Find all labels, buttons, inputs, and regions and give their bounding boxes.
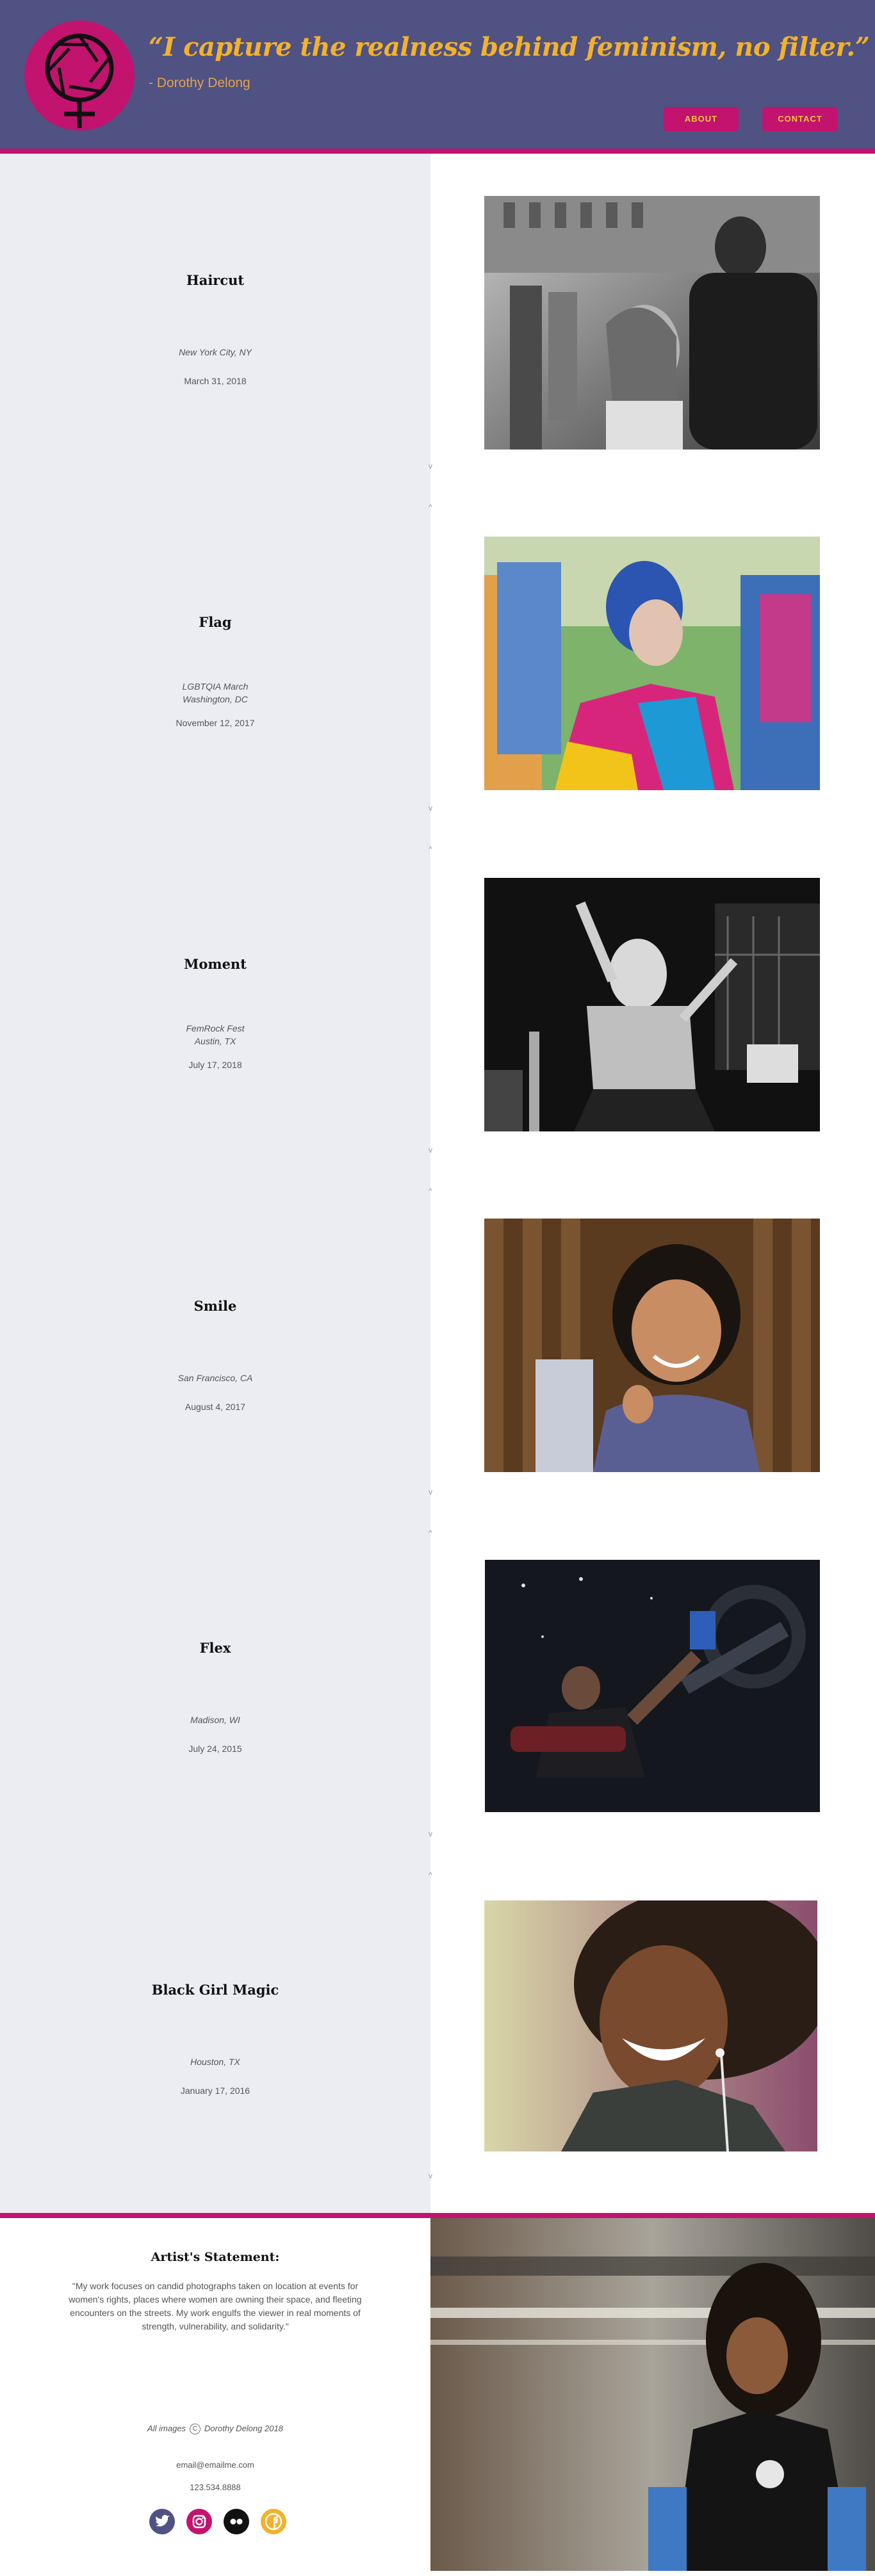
photo-smile[interactable] — [484, 1219, 820, 1472]
entry-title: Haircut — [186, 272, 245, 288]
scroll-down-chevron[interactable]: v — [427, 1829, 434, 1838]
site-footer: Artist's Statement: "My work focuses on … — [0, 2213, 875, 2571]
entry-date: July 17, 2018 — [188, 1060, 242, 1070]
scroll-down-chevron[interactable]: v — [427, 1146, 434, 1154]
photo-flex[interactable] — [485, 1560, 820, 1812]
flickr-icon[interactable] — [224, 2509, 249, 2534]
contact-email-link[interactable]: email@emailme.com — [0, 2460, 430, 2470]
scroll-down-chevron[interactable]: v — [427, 2171, 434, 2180]
entry-date: March 31, 2018 — [184, 376, 247, 386]
entry-title: Flex — [199, 1640, 231, 1656]
instagram-icon[interactable] — [186, 2509, 212, 2534]
entry-location: LGBTQIA March Washington, DC — [182, 681, 249, 704]
contact-button[interactable]: CONTACT — [762, 107, 838, 131]
entry-date: July 24, 2015 — [188, 1744, 242, 1754]
gallery-entry-smile: Smile San Francisco, CA August 4, 2017 v… — [0, 1179, 875, 1537]
facebook-icon[interactable] — [261, 2509, 286, 2534]
artist-statement-title: Artist's Statement: — [151, 2250, 280, 2264]
photo-moment[interactable] — [484, 878, 820, 1131]
entry-location: San Francisco, CA — [177, 1373, 253, 1383]
entry-location: New York City, NY — [179, 347, 252, 357]
entry-title: Flag — [199, 614, 232, 630]
gallery-entry-flag: Flag LGBTQIA March Washington, DC Novembe… — [0, 496, 875, 854]
photo-black-girl-magic[interactable] — [484, 1900, 817, 2151]
footer-portrait-photo — [430, 2218, 875, 2571]
twitter-icon[interactable] — [149, 2509, 175, 2534]
contact-phone: 123.534.8888 — [190, 2483, 241, 2492]
entry-location: FemRock Fest Austin, TX — [186, 1023, 245, 1046]
photo-flag[interactable] — [484, 537, 820, 790]
entry-date: November 12, 2017 — [176, 718, 255, 728]
site-header: “I capture the realness behind feminism,… — [0, 0, 875, 154]
gallery-entry-black-girl-magic: Black Girl Magic Houston, TX January 17,… — [0, 1863, 875, 2205]
scroll-down-chevron[interactable]: v — [427, 804, 434, 813]
camera-aperture-venus-logo[interactable] — [24, 20, 135, 131]
entry-title: Smile — [193, 1298, 237, 1314]
photo-haircut[interactable] — [484, 196, 820, 450]
entry-location: Houston, TX — [190, 2057, 240, 2067]
copyright-credit: All images C Dorothy Delong 2018 — [0, 2424, 430, 2435]
gallery-entry-flex: Flex Madison, WI July 24, 2015 v ^ — [0, 1521, 875, 1879]
entry-location: Madison, WI — [190, 1715, 240, 1725]
copyright-icon: C — [190, 2424, 201, 2435]
entry-title: Moment — [184, 956, 247, 972]
entry-title: Black Girl Magic — [151, 1982, 279, 1998]
entry-date: August 4, 2017 — [184, 1402, 246, 1412]
hero-quote: “I capture the realness behind feminism,… — [149, 32, 870, 62]
artist-statement: "My work focuses on candid photographs t… — [69, 2281, 362, 2331]
gallery-entry-haircut: Haircut New York City, NY March 31, 2018… — [0, 154, 875, 512]
gallery-entry-moment: Moment FemRock Fest Austin, TX July 17, 2… — [0, 838, 875, 1195]
entry-date: January 17, 2016 — [180, 2086, 250, 2096]
about-button[interactable]: ABOUT — [664, 107, 739, 131]
scroll-down-chevron[interactable]: v — [427, 462, 434, 471]
photo-gallery: Haircut New York City, NY March 31, 2018… — [0, 154, 875, 2213]
quote-author: - Dorothy Delong — [149, 76, 250, 90]
scroll-down-chevron[interactable]: v — [427, 1487, 434, 1496]
